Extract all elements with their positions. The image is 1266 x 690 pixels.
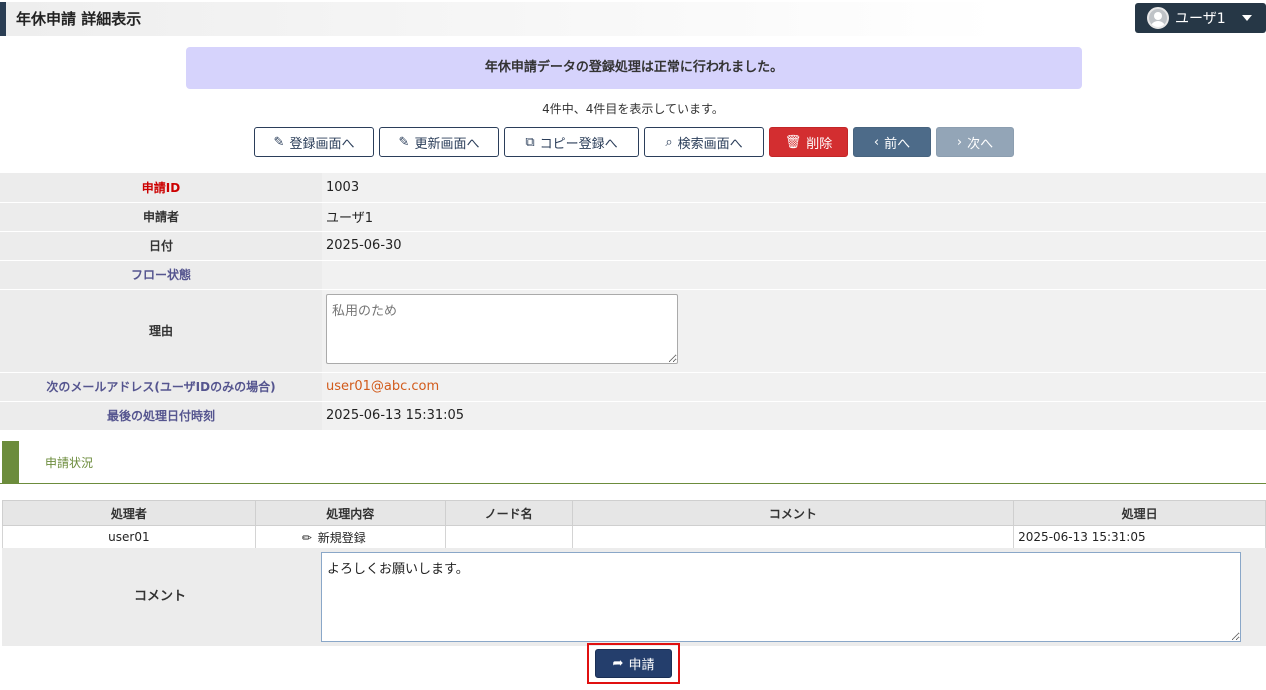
prev-button[interactable]: ‹ 前へ bbox=[853, 127, 931, 157]
chevron-down-icon bbox=[1241, 15, 1252, 21]
node-cell bbox=[444, 525, 573, 549]
next-mail-label: 次のメールアドレス(ユーザIDのみの場合) bbox=[0, 372, 322, 402]
copy-register-label: コピー登録へ bbox=[539, 136, 618, 152]
detail-row-reason: 理由 bbox=[0, 289, 1266, 373]
detail-row-date: 日付 2025-06-30 bbox=[0, 231, 1266, 261]
reason-cell bbox=[322, 289, 1266, 373]
search-screen-button[interactable]: ⌕ 検索画面へ bbox=[644, 127, 764, 157]
next-button[interactable]: › 次へ bbox=[936, 127, 1014, 157]
copy-register-button[interactable]: ⧉ コピー登録へ bbox=[504, 127, 639, 157]
status-table: 処理者 処理内容 ノード名 コメント 処理日 user01 ✏ 新規登録 2025… bbox=[2, 500, 1266, 549]
reason-field[interactable] bbox=[326, 293, 678, 364]
id-label: 申請ID bbox=[0, 173, 322, 203]
page-title: 年休申請 詳細表示 bbox=[0, 2, 1000, 36]
col-content: 処理内容 bbox=[254, 500, 446, 526]
applicant-label: 申請者 bbox=[0, 202, 322, 232]
reason-label: 理由 bbox=[0, 289, 322, 373]
table-row: user01 ✏ 新規登録 2025-06-13 15:31:05 bbox=[2, 525, 1266, 549]
detail-table: 申請ID 1003 申請者 ユーザ1 日付 2025-06-30 フロー状態 理… bbox=[0, 173, 1266, 431]
last-processed-value: 2025-06-13 15:31:05 bbox=[322, 401, 1266, 431]
submit-button[interactable]: ➦ 申請 bbox=[595, 649, 672, 678]
comment-cell bbox=[571, 525, 1015, 549]
section-header: 申請状況 bbox=[0, 441, 1266, 484]
col-comment: コメント bbox=[571, 500, 1015, 526]
submit-label: 申請 bbox=[628, 658, 655, 673]
last-processed-label: 最後の処理日付時刻 bbox=[0, 401, 322, 431]
applicant-value: ユーザ1 bbox=[322, 202, 1266, 232]
delete-label: 削除 bbox=[806, 136, 833, 152]
copy-icon: ⧉ bbox=[525, 134, 535, 150]
share-icon: ➦ bbox=[612, 656, 624, 671]
avatar-icon bbox=[1147, 7, 1169, 29]
chevron-right-icon: › bbox=[956, 134, 963, 150]
content-cell: ✏ 新規登録 bbox=[254, 525, 446, 549]
comment-field[interactable]: よろしくお願いします。 bbox=[321, 552, 1241, 642]
prev-label: 前へ bbox=[884, 136, 911, 152]
record-count: 4件中、4件目を表示しています。 bbox=[542, 102, 724, 116]
detail-row-flow: フロー状態 bbox=[0, 260, 1266, 290]
date-value: 2025-06-30 bbox=[322, 231, 1266, 261]
section-title: 申請状況 bbox=[45, 456, 94, 470]
detail-row-mail: 次のメールアドレス(ユーザIDのみの場合) user01@abc.com bbox=[0, 372, 1266, 402]
detail-row-id: 申請ID 1003 bbox=[0, 173, 1266, 203]
edit-icon: ✎ bbox=[398, 134, 410, 150]
col-processor: 処理者 bbox=[2, 500, 256, 526]
detail-row-last: 最後の処理日付時刻 2025-06-13 15:31:05 bbox=[0, 401, 1266, 431]
detail-row-applicant: 申請者 ユーザ1 bbox=[0, 202, 1266, 232]
success-message: 年休申請データの登録処理は正常に行われました。 bbox=[186, 47, 1082, 89]
user-menu[interactable]: ユーザ1 bbox=[1135, 3, 1266, 33]
next-mail-value: user01@abc.com bbox=[322, 372, 1266, 402]
col-node: ノード名 bbox=[444, 500, 573, 526]
date-cell: 2025-06-13 15:31:05 bbox=[1013, 525, 1266, 549]
delete-button[interactable]: 🗑 削除 bbox=[769, 127, 848, 157]
register-screen-label: 登録画面へ bbox=[289, 136, 355, 152]
update-screen-button[interactable]: ✎ 更新画面へ bbox=[379, 127, 499, 157]
register-screen-button[interactable]: ✎ 登録画面へ bbox=[254, 127, 374, 157]
flow-state-value bbox=[322, 260, 1266, 290]
update-screen-label: 更新画面へ bbox=[414, 136, 480, 152]
flow-state-label: フロー状態 bbox=[0, 260, 322, 290]
content-text: 新規登録 bbox=[317, 530, 366, 545]
processor-cell: user01 bbox=[2, 525, 256, 549]
col-date: 処理日 bbox=[1013, 500, 1266, 526]
trash-icon: 🗑 bbox=[784, 134, 802, 150]
next-label: 次へ bbox=[967, 136, 994, 152]
pencil-icon: ✎ bbox=[273, 134, 285, 150]
pencil-icon: ✏ bbox=[301, 530, 312, 545]
search-icon: ⌕ bbox=[665, 134, 673, 150]
chevron-left-icon: ‹ bbox=[873, 134, 880, 150]
date-label: 日付 bbox=[0, 231, 322, 261]
comment-row: コメント よろしくお願いします。 bbox=[2, 548, 1266, 646]
id-value: 1003 bbox=[322, 173, 1266, 203]
status-header-row: 処理者 処理内容 ノード名 コメント 処理日 bbox=[2, 500, 1266, 526]
section-accent-bar bbox=[2, 441, 19, 483]
comment-label: コメント bbox=[133, 589, 186, 604]
user-name: ユーザ1 bbox=[1175, 11, 1226, 27]
search-screen-label: 検索画面へ bbox=[677, 136, 743, 152]
page-title-text: 年休申請 詳細表示 bbox=[16, 10, 142, 28]
